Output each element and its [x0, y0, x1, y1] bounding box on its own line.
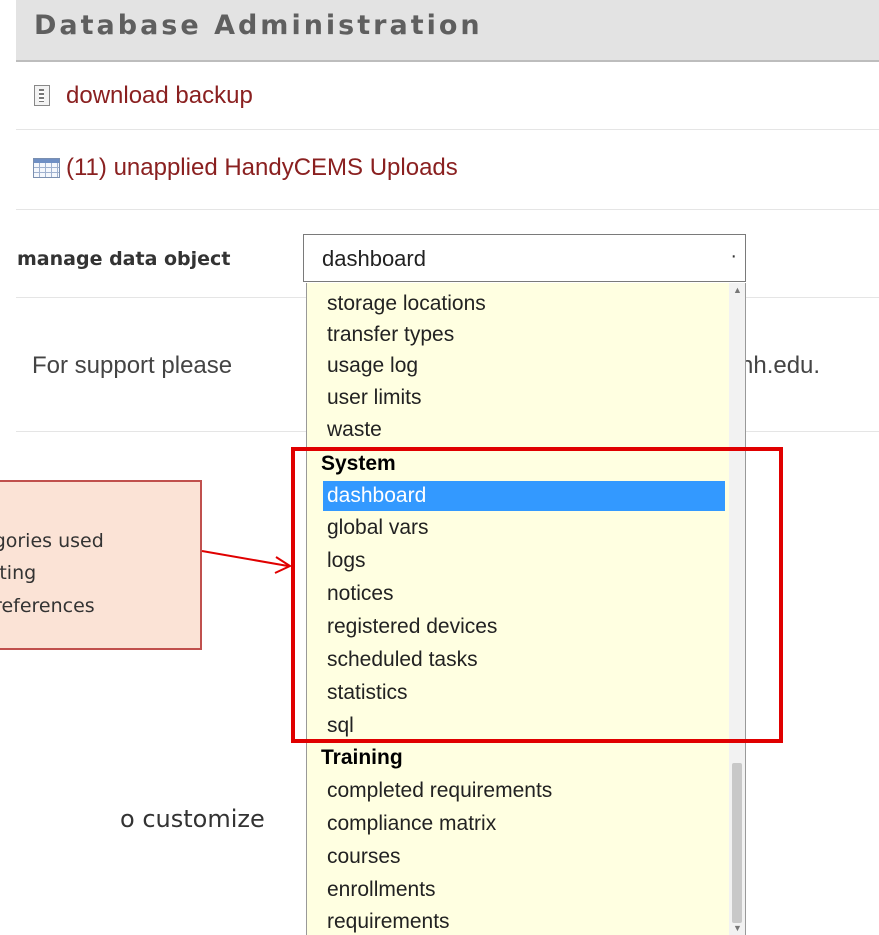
data-object-select[interactable]: dashboard · [303, 234, 746, 282]
scroll-down-arrow-icon[interactable]: ▼ [733, 923, 742, 933]
highlight-box-system [291, 447, 783, 743]
unapplied-uploads-link[interactable]: (11) unapplied HandyCEMS Uploads [66, 154, 458, 182]
unapplied-uploads-row: (11) unapplied HandyCEMS Uploads [16, 130, 879, 210]
scrollbar-thumb[interactable] [732, 763, 742, 923]
support-text: For support please [32, 352, 233, 379]
download-backup-link[interactable]: download backup [66, 82, 253, 110]
customize-text: o customize [120, 805, 265, 833]
callout-arrow [201, 550, 293, 574]
download-backup-row: download backup [16, 62, 879, 130]
callout-line: egories used [0, 530, 104, 552]
select-value: dashboard [322, 246, 426, 271]
zip-file-icon [34, 85, 50, 106]
support-email-tail: nh.edu. [740, 352, 821, 379]
dropdown-option[interactable]: usage log [327, 351, 418, 381]
annotation-callout: egories used diting preferences [0, 480, 202, 650]
dropdown-option[interactable]: courses [327, 842, 401, 872]
manage-data-object-label: manage data object [17, 248, 231, 270]
dropdown-option[interactable]: requirements [327, 907, 450, 935]
page-header: Database Administration [16, 0, 879, 62]
dropdown-option[interactable]: compliance matrix [327, 809, 496, 839]
chevron-down-icon[interactable]: · [730, 245, 737, 268]
page-title: Database Administration [34, 10, 483, 41]
callout-line: diting [0, 562, 37, 584]
table-grid-icon [33, 158, 60, 178]
callout-line: preferences [0, 595, 95, 617]
dropdown-option[interactable]: user limits [327, 383, 422, 413]
dropdown-option[interactable]: transfer types [327, 320, 454, 350]
dropdown-option[interactable]: storage locations [327, 289, 486, 319]
dropdown-group-training: Training [321, 746, 403, 769]
scroll-up-arrow-icon[interactable]: ▲ [733, 285, 742, 295]
dropdown-option[interactable]: enrollments [327, 875, 436, 905]
dropdown-option[interactable]: waste [327, 415, 382, 445]
dropdown-option[interactable]: completed requirements [327, 776, 552, 806]
